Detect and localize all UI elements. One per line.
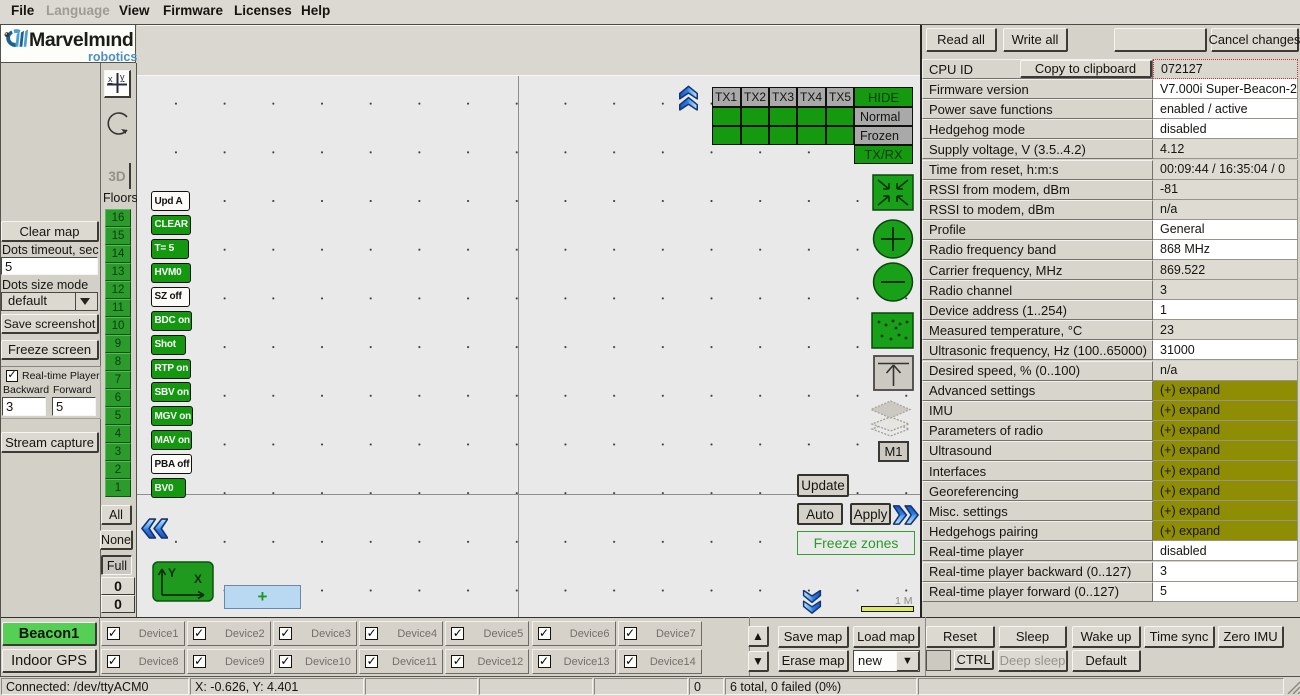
svg-text:X: X xyxy=(194,572,202,586)
svg-text:x: x xyxy=(108,74,113,84)
svg-text:Y: Y xyxy=(168,566,176,580)
svg-text:y: y xyxy=(120,72,125,82)
